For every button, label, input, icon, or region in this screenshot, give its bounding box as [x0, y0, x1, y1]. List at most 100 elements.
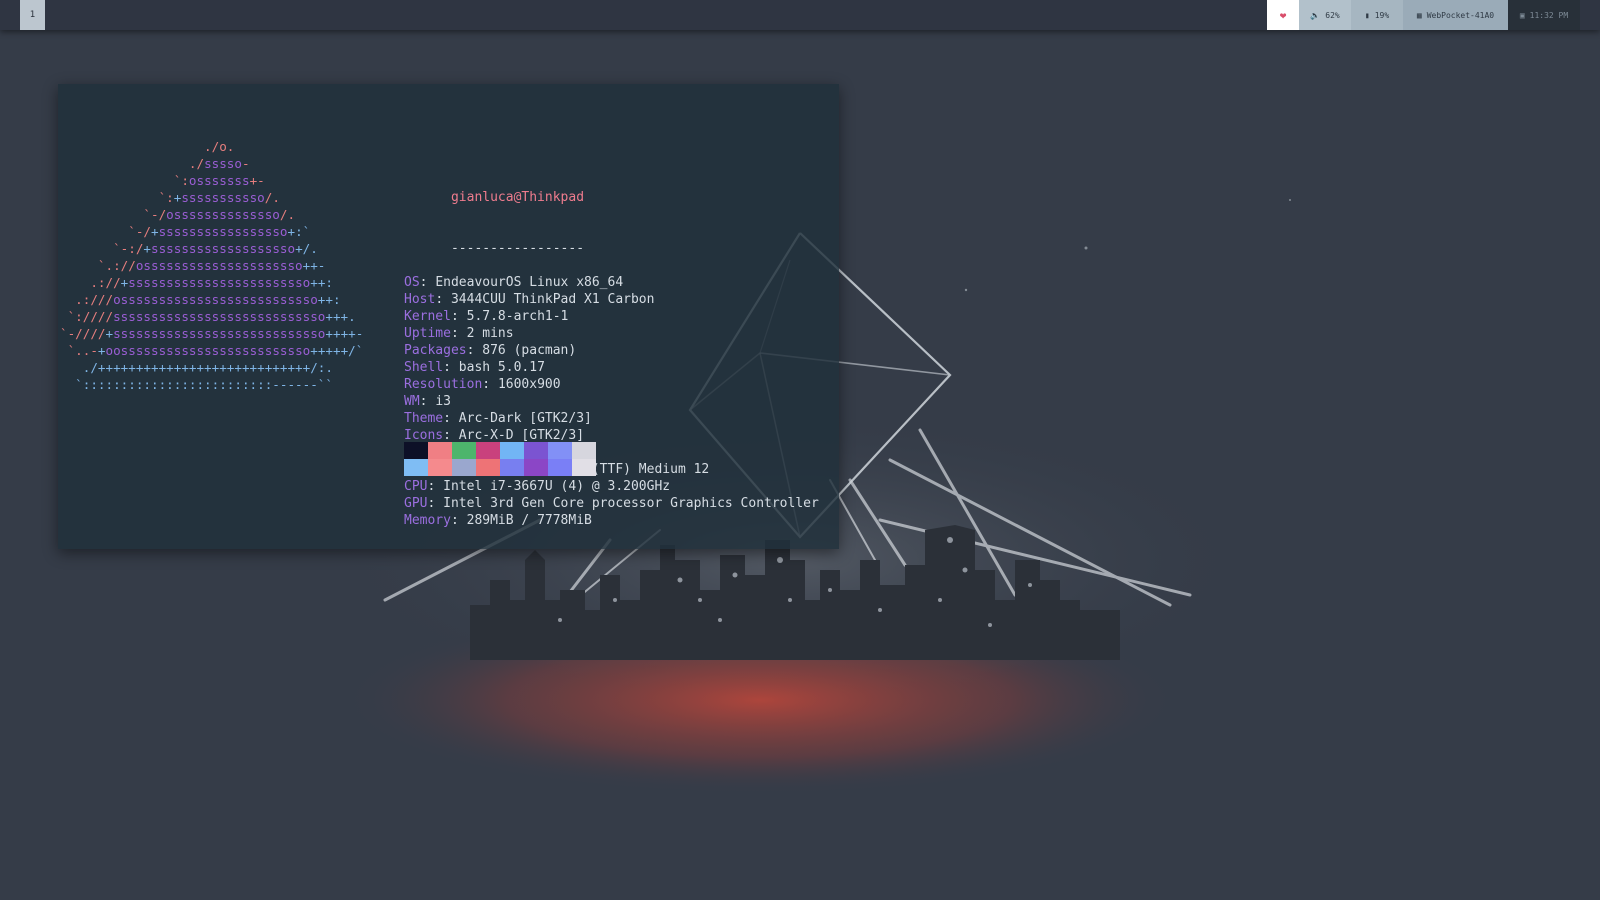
logo-segment: ++- — [302, 258, 326, 273]
info-value: 876 (pacman) — [482, 343, 577, 358]
info-row-uptime: Uptime: 2 mins — [404, 325, 819, 342]
logo-segment: +++. — [325, 309, 356, 324]
info-value: Arc-X-D [GTK2/3] — [458, 428, 585, 443]
logo-segment: /. — [264, 190, 280, 205]
info-row-resolution: Resolution: 1600x900 — [404, 376, 819, 393]
top-bar: 1 ❤ 🔈 62% ▮ 19% ▦ WebPocket-41A0 ▣ 11:32… — [0, 0, 1600, 30]
info-row-theme: Theme: Arc-Dark [GTK2/3] — [404, 410, 819, 427]
color-swatch — [452, 442, 476, 459]
logo-segment: ossssssssssssso — [166, 207, 280, 222]
info-value: 1600x900 — [497, 377, 561, 392]
status-tray: ❤ 🔈 62% ▮ 19% ▦ WebPocket-41A0 ▣ 11:32 P… — [1267, 0, 1600, 30]
info-row-os: OS: EndeavourOS Linux x86_64 — [404, 274, 819, 291]
info-key: GPU — [404, 496, 428, 511]
info-key: Shell — [404, 360, 444, 375]
info-colon: : — [450, 309, 467, 324]
logo-segment: ++: — [310, 275, 333, 290]
star-dots — [964, 199, 1291, 292]
volume-value: 62% — [1325, 10, 1340, 20]
color-swatch — [500, 459, 524, 476]
battery-indicator[interactable]: ▮ 19% — [1351, 0, 1403, 30]
info-row-gpu: GPU: Intel 3rd Gen Core processor Graphi… — [404, 495, 819, 512]
logo-segment: `.:// — [60, 258, 136, 273]
info-colon: : — [435, 292, 451, 307]
logo-segment: `-:/ — [60, 241, 144, 256]
clock-indicator[interactable]: ▣ 11:32 PM — [1508, 0, 1580, 30]
logo-segment: `:::::::::::::::::::::::::------`` — [60, 377, 333, 392]
heart-indicator[interactable]: ❤ — [1267, 0, 1299, 30]
info-row-kernel: Kernel: 5.7.8-arch1-1 — [404, 308, 819, 325]
info-colon: : — [466, 343, 483, 358]
logo-segment: `..- — [60, 343, 98, 358]
logo-segment: ++++- — [325, 326, 364, 341]
info-key: Kernel — [404, 309, 451, 324]
info-colon: : — [443, 411, 459, 426]
info-colon: : — [450, 513, 467, 528]
info-value: 2 mins — [466, 326, 514, 341]
color-swatch — [524, 459, 548, 476]
logo-segment: +++++/` — [310, 343, 364, 358]
wifi-indicator[interactable]: ▦ WebPocket-41A0 — [1403, 0, 1508, 30]
info-row-cpu: CPU: Intel i7-3667U (4) @ 3.200GHz — [404, 478, 819, 495]
logo-segment: `-//// — [60, 326, 106, 341]
color-swatch — [404, 459, 428, 476]
separator-line: ----------------- — [404, 223, 819, 256]
color-swatch — [524, 442, 548, 459]
info-colon: : — [482, 377, 498, 392]
color-swatch — [572, 459, 596, 476]
info-colon: : — [450, 326, 467, 341]
logo-segment: sssssssssssssssso — [158, 224, 288, 239]
logo-segment: - — [241, 156, 250, 171]
color-palette — [404, 442, 596, 476]
color-swatch — [476, 442, 500, 459]
info-key: WM — [404, 394, 420, 409]
logo-segment: ++: — [317, 292, 341, 307]
info-key: CPU — [404, 479, 428, 494]
logo-segment: +- — [249, 173, 265, 188]
info-value: Intel 3rd Gen Core processor Graphics Co… — [443, 496, 819, 511]
logo-segment: ./o. — [60, 139, 235, 154]
wifi-network-name: WebPocket-41A0 — [1426, 10, 1495, 20]
logo-segment: oosssssssssssssssssssssssso — [105, 343, 311, 358]
info-colon: : — [419, 394, 436, 409]
info-key: OS — [404, 275, 420, 290]
logo-segment: sssssssssso — [181, 190, 265, 205]
info-row-shell: Shell: bash 5.0.17 — [404, 359, 819, 376]
info-value: Intel i7-3667U (4) @ 3.200GHz — [443, 479, 671, 494]
color-swatch — [548, 442, 572, 459]
logo-segment: ssssssssssssssssssssssso — [128, 275, 311, 290]
logo-segment: `: — [60, 190, 174, 205]
info-colon: : — [427, 496, 444, 511]
wifi-signal-icon: ▦ — [1416, 10, 1422, 20]
info-colon: : — [443, 360, 459, 375]
info-value: bash 5.0.17 — [458, 360, 545, 375]
info-value: Arc-Dark [GTK2/3] — [458, 411, 592, 426]
info-row-memory: Memory: 289MiB / 7778MiB — [404, 512, 819, 529]
info-value: 5.7.8-arch1-1 — [466, 309, 569, 324]
userhost-line: gianluca@Thinkpad — [404, 172, 819, 205]
info-value: i3 — [435, 394, 451, 409]
logo-segment: ssssssssssssssssssssssssssso — [113, 309, 326, 324]
terminal-window[interactable]: ./o. ./sssso- `:osssssss+- `:+ssssssssss… — [58, 84, 839, 549]
heart-icon: ❤ — [1279, 8, 1287, 22]
color-swatch — [548, 459, 572, 476]
info-colon: : — [427, 479, 444, 494]
info-key: Host — [404, 292, 436, 307]
info-key: Memory — [404, 513, 451, 528]
workspace-button-1[interactable]: 1 — [20, 0, 45, 30]
logo-segment: /. — [279, 207, 296, 222]
color-swatch — [452, 459, 476, 476]
logo-segment: sssso — [204, 156, 242, 171]
battery-value: 19% — [1374, 10, 1390, 20]
color-swatch — [404, 442, 428, 459]
clock-time: 11:32 PM — [1529, 10, 1569, 20]
logo-segment: ossssssssssssssssssssssssso — [113, 292, 318, 307]
volume-indicator[interactable]: 🔈 62% — [1299, 0, 1351, 30]
logo-segment: `-/ — [60, 207, 167, 222]
info-value: 289MiB / 7778MiB — [466, 513, 592, 528]
logo-segment: +:` — [287, 224, 311, 239]
info-value: 3444CUU ThinkPad X1 Carbon — [450, 292, 655, 307]
logo-segment: .:/// — [60, 292, 114, 307]
logo-segment: + — [105, 326, 114, 341]
logo-segment: sssssssssssssssssso — [151, 241, 296, 256]
